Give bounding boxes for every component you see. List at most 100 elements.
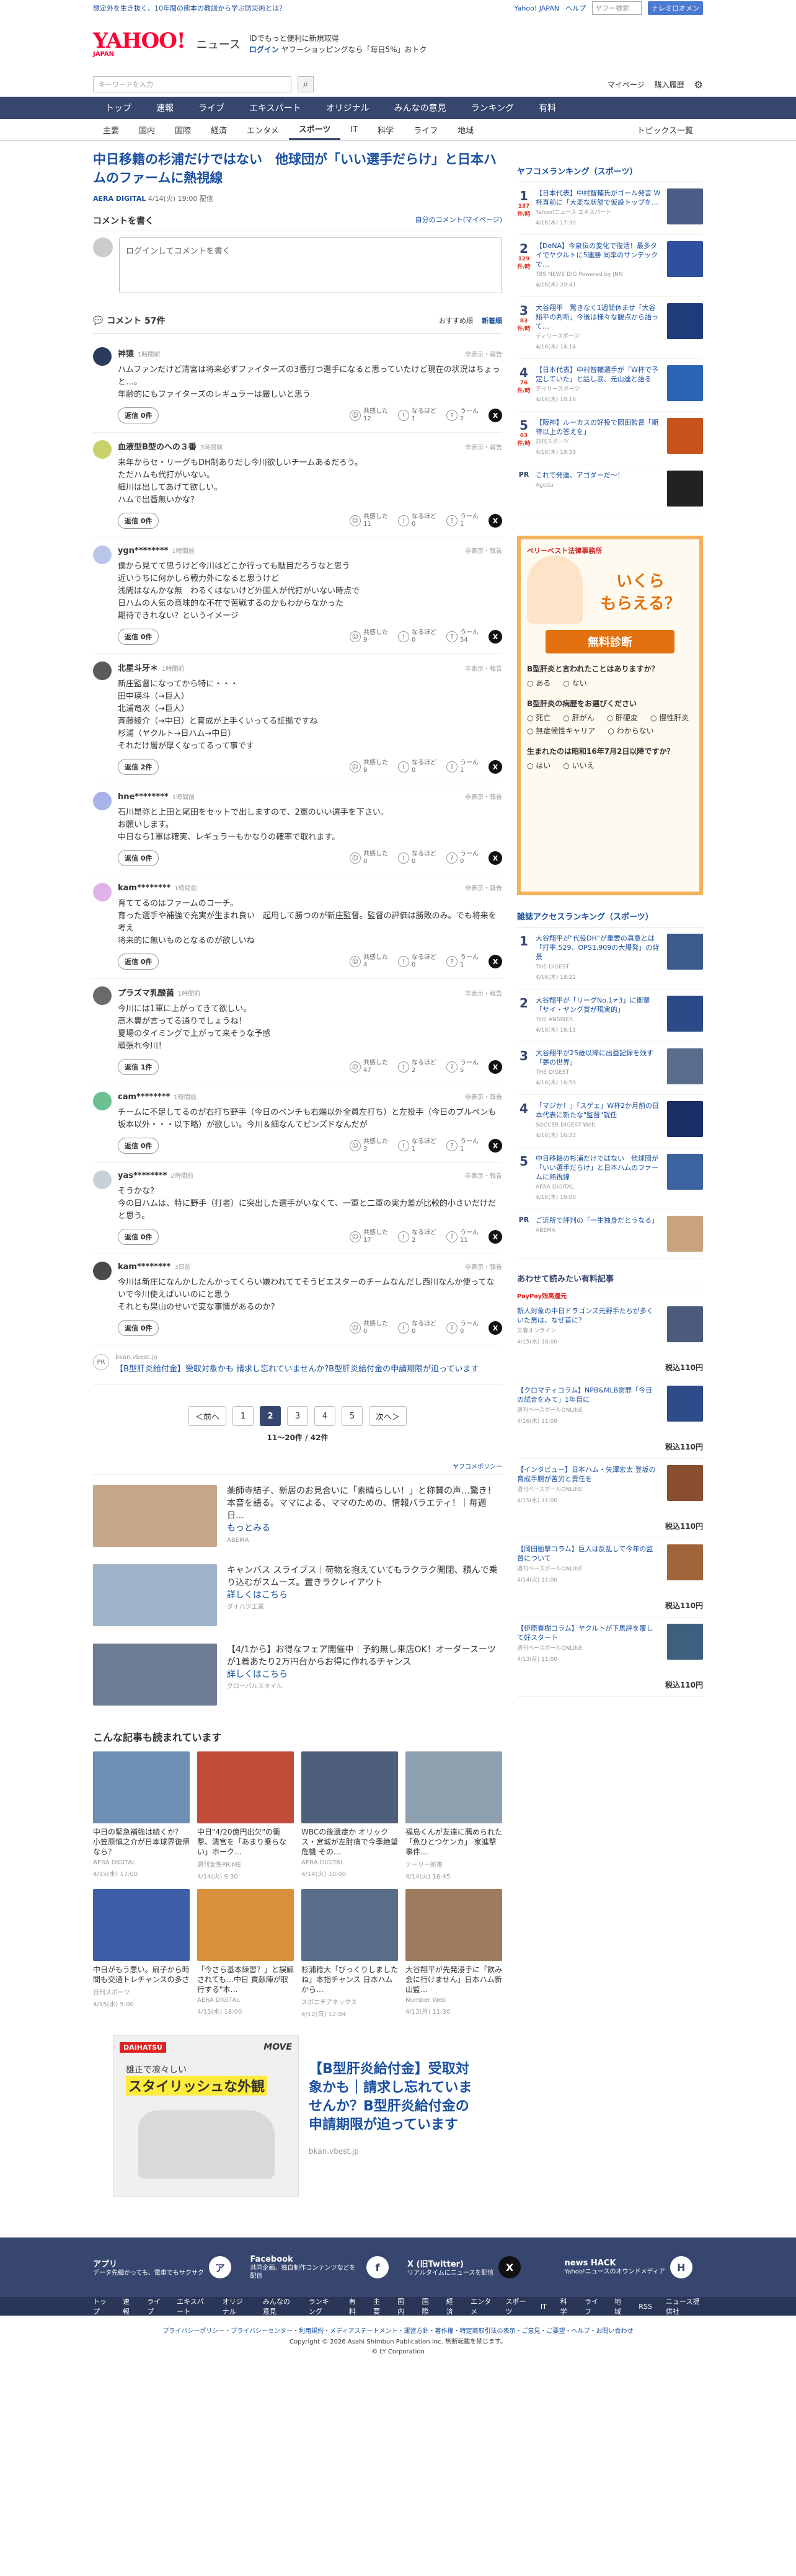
paid-article[interactable]: 【伊原春樹コラム】ヤクルトが下馬評を覆して好スタート 週刊ベースボールONLINE… — [517, 1618, 703, 1697]
x-share-icon[interactable]: X — [489, 1230, 502, 1244]
gnav-live[interactable]: ライブ — [186, 97, 237, 119]
reaction-hmm-button[interactable]: ? うーん 11 — [446, 1229, 479, 1244]
reaction-hmm-button[interactable]: ? うーん 2 — [446, 408, 479, 423]
reaction-learned-button[interactable]: ! なるほど 0 — [398, 851, 436, 865]
paid-article-title[interactable]: 【クロマティコラム】NPB&MLB謝罪「今日の試合をみて」1年目に — [517, 1386, 659, 1404]
car-ad-image[interactable]: DAIHATSU MOVE 雄正で凛々しい スタイリッシュな外観 — [113, 2035, 299, 2197]
rank-thumbnail[interactable] — [667, 1101, 703, 1137]
rank-title[interactable]: 大谷翔平が"代役DH"が重要の真意とは「打率.529、OPS1.909の大爆発」… — [536, 934, 662, 962]
report-link[interactable]: 非表示・報告 — [465, 442, 502, 451]
footer-nav-item[interactable]: RSS — [639, 2303, 652, 2311]
footer-app[interactable]: アプリ データ先細かっても、電車でもサクサクア — [93, 2256, 232, 2278]
access-rank-pr[interactable]: PR ご近所で評判の「一生独身だとうなる」 ABEMA — [517, 1210, 703, 1259]
footer-nav-item[interactable]: みんなの意見 — [263, 2296, 295, 2316]
gnav-paid[interactable]: 有料 — [526, 97, 568, 119]
footer-nav-item[interactable]: エンタメ — [471, 2296, 492, 2316]
footer-newshack[interactable]: news HACK Yahoo!ニュースのオウンドメディア H — [565, 2256, 704, 2278]
cnav-main[interactable]: 主要 — [93, 119, 129, 140]
my-comments-link[interactable]: 自分のコメント(マイページ) — [415, 215, 502, 227]
gear-icon[interactable]: ⚙ — [694, 79, 703, 91]
report-link[interactable]: 非表示・報告 — [465, 349, 502, 358]
ad-item[interactable]: 薬師寺結子、新居のお見合いに「素晴らしい！」と称賛の声…驚き！本音を語る。ママに… — [93, 1475, 502, 1554]
report-link[interactable]: 非表示・報告 — [465, 1092, 502, 1101]
reaction-helpful-button[interactable]: ☺ 共感した 4 — [350, 954, 388, 969]
reply-button[interactable]: 返信 2件 — [118, 759, 159, 775]
sort-newest[interactable]: 新着順 — [482, 316, 502, 325]
related-article[interactable]: 中日がもう悪い。扇子から時間も交通トレチャンスの多さ 日刊スポーツ 4/15(水) … — [93, 1889, 190, 2018]
reaction-helpful-button[interactable]: ☺ 共感した 12 — [350, 408, 388, 423]
comment-username[interactable]: kam******** — [118, 883, 170, 893]
top-promo-link[interactable]: 想定外を生き抜く、10年間の熊本の教訓から学ぶ防災術とは？ — [93, 3, 286, 13]
quiz-option[interactable]: ○ ある — [527, 678, 551, 688]
footer-nav-item[interactable]: ランキング — [309, 2296, 335, 2316]
reaction-helpful-button[interactable]: ☺ 共感した 0 — [350, 851, 388, 865]
mypage-link[interactable]: マイページ — [608, 79, 645, 90]
cnav-economy[interactable]: 経済 — [201, 119, 237, 140]
reply-button[interactable]: 返信 0件 — [118, 954, 159, 970]
comment-username[interactable]: hne******** — [118, 792, 169, 802]
yahoo-japan-link[interactable]: Yahoo! JAPAN — [514, 4, 559, 12]
avatar[interactable] — [93, 546, 112, 564]
paid-article-title[interactable]: 【岡田衝撃コラム】巨人は反乱して今年の監督について — [517, 1544, 659, 1563]
related-title[interactable]: WBCの後遺症か オリックス・宮城が左肘痛で今季絶望危機 その… — [301, 1827, 398, 1857]
reaction-helpful-button[interactable]: ☺ 共感した 17 — [350, 1229, 388, 1244]
reply-button[interactable]: 返信 0件 — [118, 1320, 159, 1336]
related-article[interactable]: 中日"4/20億円出欠"の衝撃、清宮を「あまり乗らない」ホーク… 週刊女性PRIM… — [197, 1751, 294, 1880]
yahoo-logo[interactable]: YAHOO! JAPAN — [93, 30, 186, 58]
pr-thumbnail[interactable] — [667, 1216, 703, 1252]
comment-username[interactable]: 北星斗牙＊ — [118, 662, 158, 673]
sort-recommended[interactable]: おすすめ順 — [439, 316, 473, 325]
cnav-domestic[interactable]: 国内 — [129, 119, 165, 140]
rank-title[interactable]: 【日本代表】中村智輔氏がゴール発言 W杯直前に「大変な状態で仮設トップを… — [536, 188, 662, 207]
comment-username[interactable]: プラズマ乳酸菌 — [118, 986, 174, 998]
avatar[interactable] — [93, 792, 112, 810]
page-button[interactable]: 4 — [314, 1406, 335, 1426]
comment-username[interactable]: 血液型B型のへの３番 — [118, 440, 197, 452]
related-title[interactable]: 中日"4/20億円出欠"の衝撃、清宮を「あまり乗らない」ホーク… — [197, 1827, 294, 1857]
related-thumbnail[interactable] — [93, 1751, 190, 1823]
x-share-icon[interactable]: X — [489, 955, 502, 968]
related-title[interactable]: 中日の緊急補強は続くか？ 小笠原慎之介が日本球界復帰なら？ — [93, 1827, 190, 1857]
prev-page-button[interactable]: ＜前へ — [188, 1406, 226, 1426]
footer-nav-item[interactable]: 主要 — [373, 2296, 384, 2316]
paid-article-thumbnail[interactable] — [667, 1306, 703, 1342]
cnav-life[interactable]: ライフ — [404, 119, 448, 140]
x-share-icon[interactable]: X — [489, 630, 502, 644]
quiz-option[interactable]: ○ 無症候性キャリア — [527, 725, 595, 736]
paid-article-title[interactable]: 【伊原春樹コラム】ヤクルトが下馬評を覆して好スタート — [517, 1624, 659, 1642]
quiz-option[interactable]: ○ わからない — [608, 725, 653, 736]
rank-title[interactable]: 「マジか！」「スゲェ」W杯2か月前の日本代表に新たな"監督"就任 — [536, 1101, 662, 1120]
ranking-item[interactable]: 3 83 件/時 大谷翔平 驚きなく1週間休ませ「大谷翔平の判断」今後は様々な観点から… — [517, 297, 703, 359]
ad-item[interactable]: キャンバス スライブス｜荷物を抱えていてもラクラク開閉、積んで乗り込むがスムーズ… — [93, 1554, 502, 1634]
related-thumbnail[interactable] — [301, 1889, 398, 1961]
ranking-item[interactable]: 2 大谷翔平が「リーグNo.1≠3」に衝撃「サイ・ヤング賞が現実的」 THE ANS… — [517, 989, 703, 1042]
avatar[interactable] — [93, 883, 112, 901]
avatar[interactable] — [93, 440, 112, 459]
paid-article-thumbnail[interactable] — [667, 1465, 703, 1501]
ad-more-link[interactable]: 詳しくはこちら — [227, 1589, 502, 1601]
avatar[interactable] — [93, 347, 112, 366]
footer-nav-item[interactable]: 科学 — [560, 2296, 571, 2316]
reaction-helpful-button[interactable]: ☺ 共感した 9 — [350, 629, 388, 644]
ranking-item[interactable]: 5 中日移籍の杉浦だけではない 他球団が「いい選手だらけ」と日本ハムのファームに熱… — [517, 1148, 703, 1210]
rank-title[interactable]: 大谷翔平 驚きなく1週間休ませ「大谷翔平の判断」今後は様々な観点から語って… — [536, 303, 662, 331]
rank-thumbnail[interactable] — [667, 1048, 703, 1084]
ranking-item[interactable]: 5 63 件/時 【阪神】ルーカスの好投で岡田監督「期待以上の答えを」 日刊スポーツ 4/… — [517, 412, 703, 464]
paid-article-thumbnail[interactable] — [667, 1624, 703, 1660]
related-article[interactable]: 杉浦稔大「びっくりしましたね」本指チャンス 日本ハムから… スポニチアネックス 4/… — [301, 1889, 398, 2018]
footer-nav-item[interactable]: 国内 — [397, 2296, 408, 2316]
rank-thumbnail[interactable] — [667, 418, 703, 454]
ad-more-link[interactable]: もっとみる — [227, 1522, 502, 1534]
top-search-button[interactable]: ナレミロオメン — [648, 1, 703, 15]
related-thumbnail[interactable] — [93, 1889, 190, 1961]
related-article[interactable]: WBCの後遺症か オリックス・宮城が左肘痛で今季絶望危機 その… AERA DIG… — [301, 1751, 398, 1880]
paid-article-title[interactable]: 【インタビュー】日本ハム・矢澤宏太 登坂の育成手腕が苦労と責任を — [517, 1465, 659, 1484]
reaction-helpful-button[interactable]: ☺ 共感した 11 — [350, 513, 388, 528]
cnav-sports[interactable]: スポーツ — [288, 119, 341, 140]
related-article[interactable]: 「今さら基本練習？」と誤解されても…中日 貢献陣が取行する"本… AERA DIG… — [197, 1889, 294, 2018]
reaction-hmm-button[interactable]: ? うーん 1 — [446, 759, 479, 774]
rank-title[interactable]: 中日移籍の杉浦だけではない 他球団が「いい選手だらけ」と日本ハムのファームに熱視… — [536, 1154, 662, 1182]
sports-comment-ranking-title[interactable]: ヤフコメランキング（スポーツ） — [517, 160, 703, 182]
reaction-learned-button[interactable]: ! なるほど 0 — [398, 1321, 436, 1335]
pr-comment-text[interactable]: 【B型肝炎給付金】受取対象かも 請求し忘れていませんか?B型肝炎給付金の申請期限… — [115, 1363, 479, 1376]
